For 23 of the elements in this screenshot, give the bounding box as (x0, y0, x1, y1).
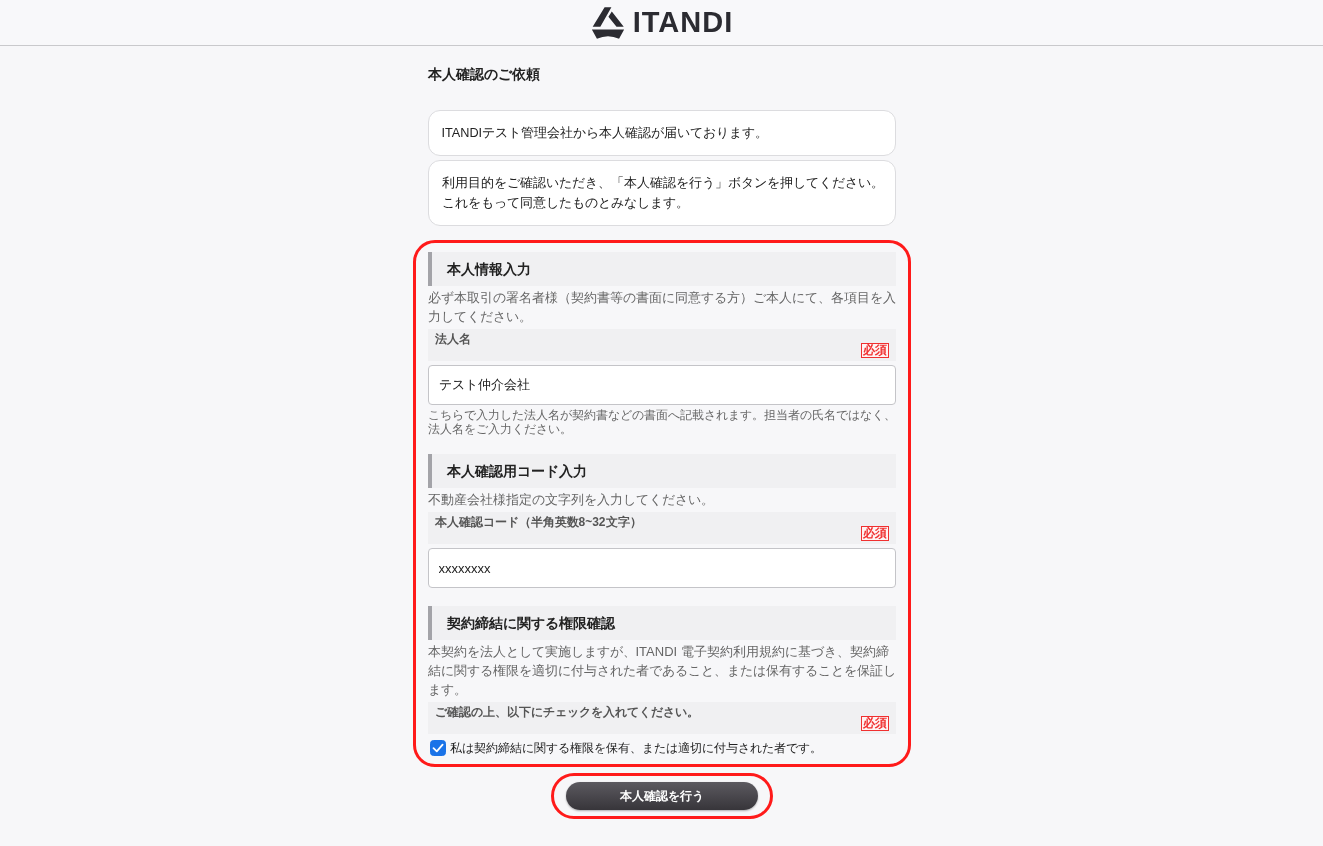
logo-icon (590, 6, 625, 39)
required-badge: 必須 (860, 716, 889, 731)
message-text: 利用目的をご確認いただき、「本人確認を行う」ボタンを押してください。 これをもって同意したものとみなします。 (441, 175, 885, 212)
section-description: 不動産会社様指定の文字列を入力してください。 (427, 491, 715, 509)
field-label: ご確認の上、以下にチェックを入れてください。 (434, 705, 699, 720)
required-badge: 必須 (860, 526, 889, 541)
logo-text: ITANDI (632, 8, 734, 37)
checkbox-label: 私は契約締結に関する権限を保有、または適切に付与された者です。 (449, 740, 822, 756)
section-heading: 本人情報入力 (427, 252, 896, 286)
section-description: 必ず本取引の署名者様（契約書等の書面に同意する方）ご本人にて、各項目を入力してください。 (427, 289, 896, 326)
help-text: こちらで入力した法人名が契約書などの書面へ記載されます。担当者の氏名ではなく、法人名をご入力ください。 (427, 408, 896, 436)
required-badge: 必須 (860, 343, 889, 358)
section-description: 本契約を法人として実施しますが、ITANDI 電子契約利用規約に基づき、契約締結に関する権限を適切に付与された者であること、または保有することを保証します。 (427, 643, 896, 699)
text-input-field[interactable]: xxxxxxxx (427, 548, 896, 588)
field-label: 法人名 (434, 332, 471, 347)
message-text: ITANDIテスト管理会社から本人確認が届いております。 (441, 125, 770, 142)
field-label: 本人確認コード（半角英数8~32文字） (434, 515, 642, 530)
checkbox[interactable] (429, 740, 446, 756)
text-input-field[interactable]: テスト仲介会社 (427, 365, 896, 405)
section-heading: 本人確認用コード入力 (427, 454, 896, 488)
section-heading: 契約締結に関する権限確認 (427, 606, 896, 640)
submit-button[interactable]: 本人確認を行う (565, 782, 758, 810)
page-title: 本人確認のご依頼 (427, 65, 541, 83)
